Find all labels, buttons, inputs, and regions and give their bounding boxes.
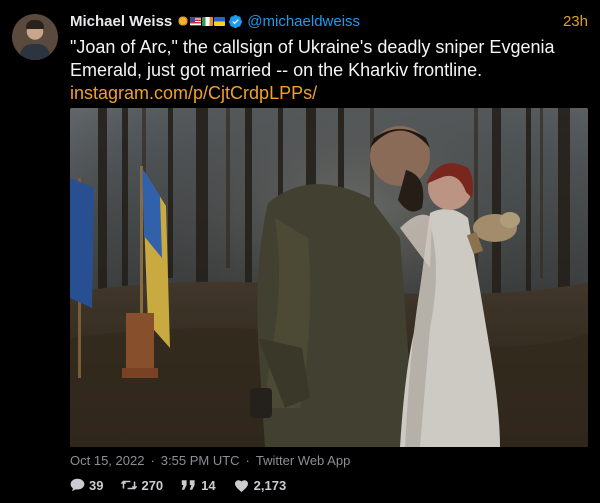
retweet-count: 270 — [141, 477, 164, 493]
quote-count: 14 — [201, 477, 216, 493]
tweet-stats: 39 270 14 2,173 — [68, 477, 303, 493]
retweet-icon — [120, 477, 138, 493]
tweet-body: "Joan of Arc," the callsign of Ukraine's… — [70, 37, 555, 80]
quote-icon — [180, 477, 198, 493]
tweet-link[interactable]: instagram.com/p/CjtCrdpLPPs/ — [70, 82, 585, 105]
reply-stat[interactable]: 39 — [68, 477, 103, 493]
tweet-card[interactable]: Michael Weiss @michaeldweiss 23h "Joan o… — [0, 0, 600, 503]
ukraine-flag-icon — [214, 16, 226, 26]
author-name[interactable]: Michael Weiss — [70, 13, 172, 30]
us-flag-icon — [190, 16, 202, 26]
tweet-time[interactable]: 23h — [563, 13, 588, 30]
avatar-hair — [26, 20, 44, 29]
avatar[interactable] — [12, 14, 58, 60]
tweet-text: "Joan of Arc," the callsign of Ukraine's… — [70, 36, 585, 105]
avatar-shirt — [20, 44, 50, 60]
reply-count: 39 — [89, 477, 104, 493]
like-count: 2,173 — [253, 477, 287, 493]
sunflower-icon — [177, 15, 190, 27]
meta-separator: · — [245, 453, 250, 468]
tweet-header: Michael Weiss @michaeldweiss 23h — [70, 11, 588, 31]
tweet-date[interactable]: Oct 15, 2022 — [70, 453, 144, 468]
like-stat[interactable]: 2,173 — [233, 477, 287, 493]
speech-bubble-icon — [68, 477, 86, 493]
tweet-source: Twitter Web App — [255, 453, 351, 468]
tweet-photo[interactable] — [70, 108, 588, 447]
heart-icon — [233, 477, 251, 493]
verified-badge-icon — [228, 14, 243, 29]
ireland-flag-icon — [202, 16, 214, 26]
name-emoji-flags — [177, 15, 226, 27]
retweet-stat[interactable]: 270 — [120, 477, 163, 493]
wedding-photo-illustration — [70, 108, 588, 447]
meta-separator: · — [150, 453, 155, 468]
author-handle[interactable]: @michaeldweiss — [247, 13, 360, 30]
tweet-meta: Oct 15, 2022 · 3:55 PM UTC · Twitter Web… — [70, 453, 350, 468]
tweet-clock[interactable]: 3:55 PM UTC — [161, 453, 240, 468]
quote-stat[interactable]: 14 — [180, 477, 216, 493]
